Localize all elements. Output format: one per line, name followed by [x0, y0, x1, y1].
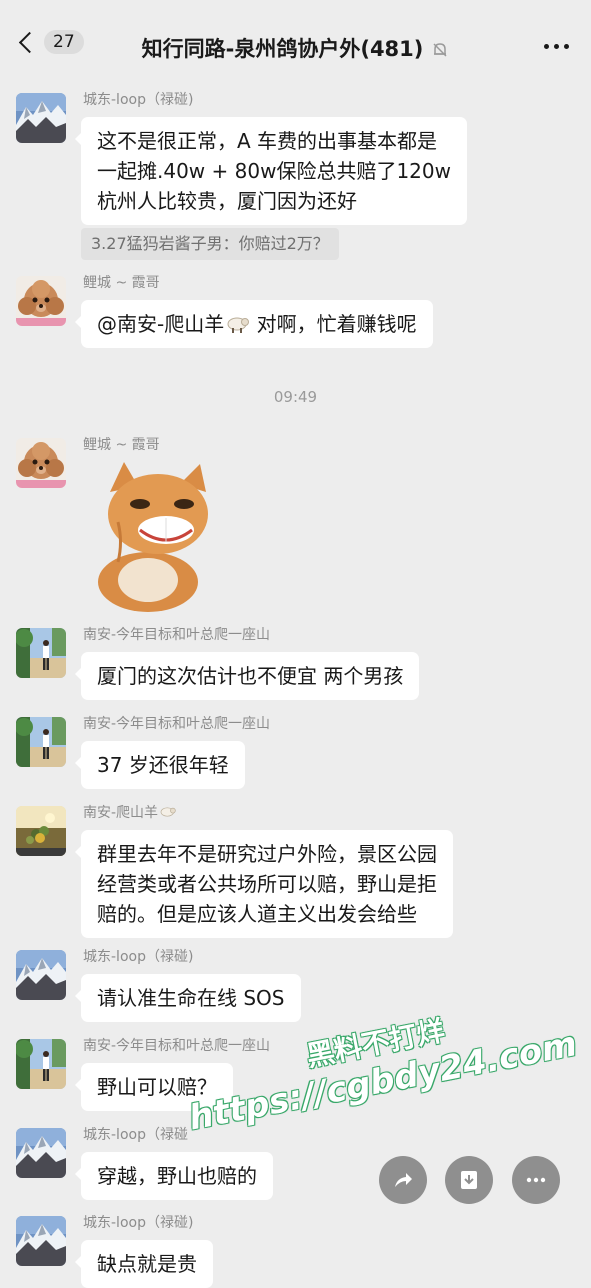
avatar[interactable] [16, 717, 66, 767]
message-bubble[interactable]: 野山可以赔？ [75, 1063, 233, 1111]
more-actions-button[interactable] [512, 1156, 560, 1204]
message-bubble[interactable]: 请认准生命在线 SOS [75, 974, 301, 1022]
message-line: 经营类或者公共场所可以赔，野山是拒 [97, 872, 437, 896]
avatar[interactable] [16, 950, 66, 1000]
message-line: 37 岁还很年轻 [97, 753, 229, 777]
message-text: 对啊，忙着赚钱呢 [250, 312, 417, 336]
more-dot [544, 44, 549, 49]
avatar[interactable] [16, 93, 66, 143]
more-icon [526, 1177, 546, 1183]
message-bubble[interactable]: 这不是很正常，A 车费的出事基本都是 一起摊.40w + 80w保险总共赔了12… [75, 117, 467, 225]
message-bubble[interactable]: 37 岁还很年轻 [75, 741, 245, 789]
message-line: 穿越，野山也赔的 [97, 1164, 257, 1188]
chat-header: 27 知行同路-泉州鸽协户外(481) [0, 0, 591, 96]
avatar[interactable] [16, 1039, 66, 1089]
sender-name: 城东-loop（禄碰) [83, 92, 194, 108]
grinning-cat-sticker[interactable] [88, 462, 208, 612]
message-bubble[interactable]: 厦门的这次估计也不便宜 两个男孩 [74, 652, 420, 700]
message-line: 这不是很正常，A 车费的出事基本都是 [97, 129, 438, 153]
more-dot [564, 44, 569, 49]
message-line: 厦门的这次估计也不便宜 两个男孩 [97, 664, 404, 688]
chat-title: 知行同路-泉州鸽协户外(481) [0, 33, 591, 63]
message-line: 杭州人比较贵，厦门因为还好 [97, 189, 357, 213]
message-line: 请认准生命在线 SOS [97, 986, 285, 1010]
more-dot [554, 44, 559, 49]
message-line: 一起摊.40w + 80w保险总共赔了120w [97, 159, 451, 183]
sender-name: 南安-今年目标和叶总爬一座山 [83, 716, 271, 732]
sender-name-text: 南安-爬山羊 [83, 805, 159, 821]
avatar[interactable] [16, 806, 66, 856]
share-button[interactable] [379, 1156, 427, 1204]
more-options-button[interactable] [544, 44, 569, 49]
time-divider: 09:49 [273, 388, 318, 406]
sender-name: 南安-今年目标和叶总爬一座山 [83, 1038, 271, 1054]
message-line: 赔的。但是应该人道主义出发会给些 [97, 902, 417, 926]
sender-name: 城东-loop（禄碰) [83, 949, 194, 965]
quoted-message[interactable]: 3.27猛犸岩酱子男：你赔过2万？ [81, 228, 339, 260]
sheep-emoji-icon [160, 807, 176, 817]
save-button[interactable] [445, 1156, 493, 1204]
sender-name: 南安-爬山羊 [83, 802, 177, 822]
mute-bell-icon [433, 43, 447, 57]
save-icon [461, 1171, 477, 1189]
mention-text: @南安-爬山羊 [97, 312, 225, 336]
message-bubble[interactable]: @南安-爬山羊 对啊，忙着赚钱呢 [75, 300, 433, 348]
avatar[interactable] [16, 1128, 66, 1178]
message-line: 群里去年不是研究过户外险，景区公园 [97, 842, 437, 866]
avatar[interactable] [16, 1216, 66, 1266]
avatar[interactable] [16, 628, 66, 678]
message-bubble[interactable]: 穿越，野山也赔的 [75, 1152, 273, 1200]
share-icon [395, 1173, 412, 1187]
message-bubble[interactable]: 群里去年不是研究过户外险，景区公园 经营类或者公共场所可以赔，野山是拒 赔的。但… [75, 830, 453, 938]
sender-name: 南安-今年目标和叶总爬一座山 [83, 627, 271, 643]
sender-name: 鲤城 ~ 霞哥 [83, 275, 160, 291]
sheep-emoji-icon [227, 317, 250, 333]
avatar[interactable] [16, 276, 66, 326]
avatar[interactable] [16, 438, 66, 488]
sender-name: 城东-loop（禄碰 [83, 1127, 188, 1143]
message-line: 缺点就是贵 [97, 1252, 197, 1276]
chat-title-text: 知行同路-泉州鸽协户外(481) [141, 37, 424, 61]
sender-name: 城东-loop（禄碰) [83, 1215, 194, 1231]
message-bubble[interactable]: 缺点就是贵 [75, 1240, 213, 1288]
message-line: 野山可以赔？ [97, 1075, 217, 1099]
sender-name: 鲤城 ~ 霞哥 [83, 437, 160, 453]
